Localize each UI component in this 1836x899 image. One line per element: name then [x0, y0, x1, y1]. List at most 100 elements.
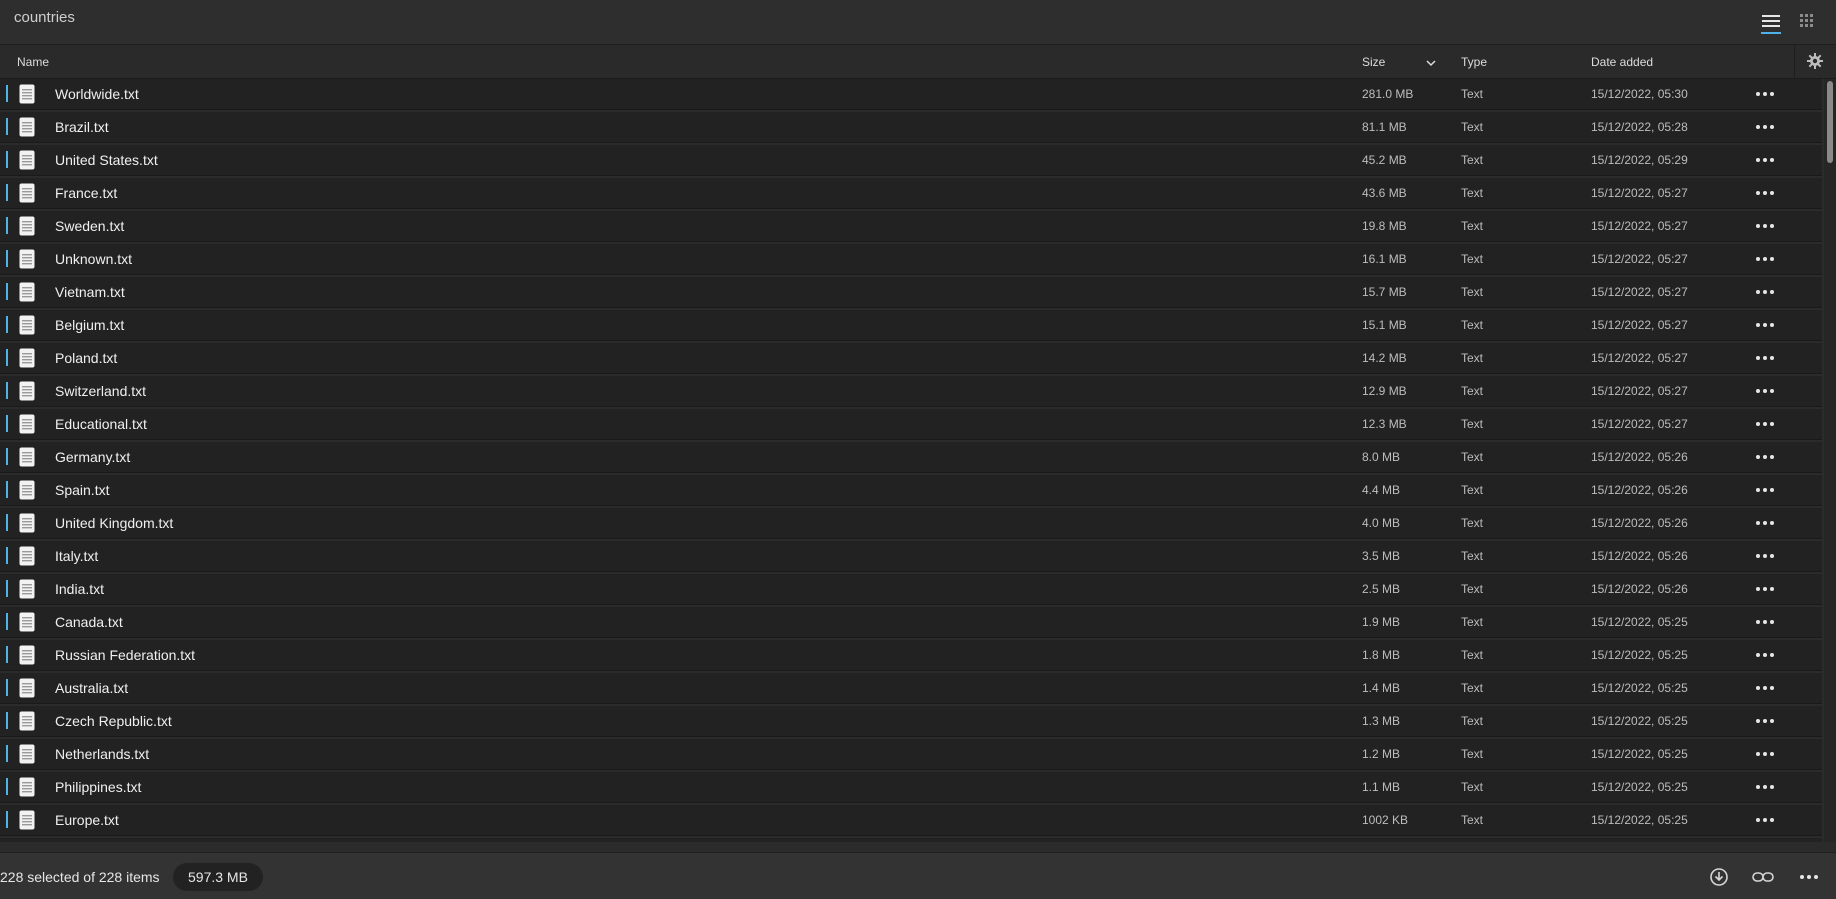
- row-more-button[interactable]: [1756, 515, 1776, 531]
- row-more-button[interactable]: [1756, 383, 1776, 399]
- row-more-button[interactable]: [1756, 185, 1776, 201]
- settings-gear-icon[interactable]: [1806, 52, 1824, 73]
- row-more-button[interactable]: [1756, 449, 1776, 465]
- row-more-button[interactable]: [1756, 119, 1776, 135]
- file-row[interactable]: Russian Federation.txt 1.8 MB Text 15/12…: [0, 640, 1822, 671]
- file-row[interactable]: Switzerland.txt 12.9 MB Text 15/12/2022,…: [0, 376, 1822, 407]
- text-file-icon: [19, 678, 35, 701]
- text-file-icon: [19, 414, 35, 437]
- file-row[interactable]: Brazil.txt 81.1 MB Text 15/12/2022, 05:2…: [0, 112, 1822, 143]
- download-icon: [1710, 868, 1728, 886]
- row-more-button[interactable]: [1756, 614, 1776, 630]
- grid-view-button[interactable]: [1794, 8, 1820, 34]
- column-date-added[interactable]: Date added: [1591, 55, 1653, 69]
- file-name[interactable]: Worldwide.txt: [55, 86, 139, 102]
- file-date-added: 15/12/2022, 05:29: [1591, 153, 1688, 167]
- file-row[interactable]: Poland.txt 14.2 MB Text 15/12/2022, 05:2…: [0, 343, 1822, 374]
- row-more-button[interactable]: [1756, 746, 1776, 762]
- text-file-icon: [19, 183, 35, 206]
- file-name[interactable]: Poland.txt: [55, 350, 117, 366]
- footer-more-button[interactable]: [1797, 865, 1821, 889]
- file-size: 8.0 MB: [1362, 450, 1401, 464]
- download-button[interactable]: [1707, 865, 1731, 889]
- file-row[interactable]: Philippines.txt 1.1 MB Text 15/12/2022, …: [0, 772, 1822, 803]
- file-name[interactable]: Russian Federation.txt: [55, 647, 195, 663]
- file-size: 1.9 MB: [1362, 615, 1401, 629]
- file-row[interactable]: Canada.txt 1.9 MB Text 15/12/2022, 05:25: [0, 607, 1822, 638]
- sort-desc-icon[interactable]: [1426, 56, 1436, 70]
- column-name[interactable]: Name: [17, 55, 49, 69]
- file-name[interactable]: Belgium.txt: [55, 317, 124, 333]
- row-more-button[interactable]: [1756, 713, 1776, 729]
- file-name[interactable]: United Kingdom.txt: [55, 515, 173, 531]
- file-date-added: 15/12/2022, 05:25: [1591, 615, 1688, 629]
- file-row[interactable]: Czech Republic.txt 1.3 MB Text 15/12/202…: [0, 706, 1822, 737]
- file-name[interactable]: Switzerland.txt: [55, 383, 146, 399]
- file-name[interactable]: Sweden.txt: [55, 218, 124, 234]
- file-row[interactable]: Sweden.txt 19.8 MB Text 15/12/2022, 05:2…: [0, 211, 1822, 242]
- file-name[interactable]: Spain.txt: [55, 482, 109, 498]
- file-row[interactable]: Australia.txt 1.4 MB Text 15/12/2022, 05…: [0, 673, 1822, 704]
- file-name[interactable]: France.txt: [55, 185, 117, 201]
- row-more-button[interactable]: [1756, 251, 1776, 267]
- file-name[interactable]: Unknown.txt: [55, 251, 132, 267]
- file-name[interactable]: Canada.txt: [55, 614, 123, 630]
- text-file-icon: [19, 744, 35, 767]
- row-more-button[interactable]: [1756, 317, 1776, 333]
- file-type: Text: [1461, 483, 1484, 497]
- share-link-button[interactable]: [1751, 865, 1775, 889]
- more-options-icon: [1756, 713, 1776, 729]
- file-name[interactable]: Australia.txt: [55, 680, 128, 696]
- row-more-button[interactable]: [1756, 581, 1776, 597]
- file-date-added: 15/12/2022, 05:25: [1591, 681, 1688, 695]
- file-row[interactable]: Worldwide.txt 281.0 MB Text 15/12/2022, …: [0, 79, 1822, 110]
- file-row[interactable]: Germany.txt 8.0 MB Text 15/12/2022, 05:2…: [0, 442, 1822, 473]
- list-view-button[interactable]: [1758, 8, 1784, 34]
- file-row[interactable]: Unknown.txt 16.1 MB Text 15/12/2022, 05:…: [0, 244, 1822, 275]
- file-name[interactable]: Europe.txt: [55, 812, 119, 828]
- file-row[interactable]: Italy.txt 3.5 MB Text 15/12/2022, 05:26: [0, 541, 1822, 572]
- row-more-button[interactable]: [1756, 416, 1776, 432]
- file-row[interactable]: Belgium.txt 15.1 MB Text 15/12/2022, 05:…: [0, 310, 1822, 341]
- file-name[interactable]: Netherlands.txt: [55, 746, 149, 762]
- file-name[interactable]: Vietnam.txt: [55, 284, 125, 300]
- text-file-icon: [19, 381, 35, 404]
- file-name[interactable]: United States.txt: [55, 152, 158, 168]
- file-row[interactable]: India.txt 2.5 MB Text 15/12/2022, 05:26: [0, 574, 1822, 605]
- row-more-button[interactable]: [1756, 647, 1776, 663]
- row-more-button[interactable]: [1756, 86, 1776, 102]
- file-row[interactable]: France.txt 43.6 MB Text 15/12/2022, 05:2…: [0, 178, 1822, 209]
- file-row[interactable]: Spain.txt 4.4 MB Text 15/12/2022, 05:26: [0, 475, 1822, 506]
- vertical-scrollbar[interactable]: [1824, 79, 1836, 842]
- column-type[interactable]: Type: [1461, 55, 1487, 69]
- row-more-button[interactable]: [1756, 152, 1776, 168]
- file-name[interactable]: Brazil.txt: [55, 119, 109, 135]
- row-more-button[interactable]: [1756, 284, 1776, 300]
- row-more-button[interactable]: [1756, 482, 1776, 498]
- file-name[interactable]: India.txt: [55, 581, 104, 597]
- file-row[interactable]: United States.txt 45.2 MB Text 15/12/202…: [0, 145, 1822, 176]
- column-size[interactable]: Size: [1362, 55, 1385, 69]
- row-more-button[interactable]: [1756, 350, 1776, 366]
- row-more-button[interactable]: [1756, 548, 1776, 564]
- row-more-button[interactable]: [1756, 680, 1776, 696]
- file-size: 2.5 MB: [1362, 582, 1401, 596]
- file-row[interactable]: Educational.txt 12.3 MB Text 15/12/2022,…: [0, 409, 1822, 440]
- text-file-icon: [19, 447, 35, 470]
- file-row[interactable]: Indonesia.txt 829 KB Text 15/12/2022, 05…: [0, 838, 1822, 842]
- file-row[interactable]: Vietnam.txt 15.7 MB Text 15/12/2022, 05:…: [0, 277, 1822, 308]
- file-type: Text: [1461, 153, 1484, 167]
- row-more-button[interactable]: [1756, 779, 1776, 795]
- scrollbar-thumb[interactable]: [1827, 81, 1833, 163]
- text-file-icon: [19, 150, 35, 173]
- file-row[interactable]: United Kingdom.txt 4.0 MB Text 15/12/202…: [0, 508, 1822, 539]
- file-row[interactable]: Europe.txt 1002 KB Text 15/12/2022, 05:2…: [0, 805, 1822, 836]
- row-more-button[interactable]: [1756, 218, 1776, 234]
- file-name[interactable]: Czech Republic.txt: [55, 713, 172, 729]
- file-name[interactable]: Germany.txt: [55, 449, 130, 465]
- file-name[interactable]: Italy.txt: [55, 548, 98, 564]
- file-name[interactable]: Philippines.txt: [55, 779, 141, 795]
- file-name[interactable]: Educational.txt: [55, 416, 147, 432]
- row-more-button[interactable]: [1756, 812, 1776, 828]
- file-row[interactable]: Netherlands.txt 1.2 MB Text 15/12/2022, …: [0, 739, 1822, 770]
